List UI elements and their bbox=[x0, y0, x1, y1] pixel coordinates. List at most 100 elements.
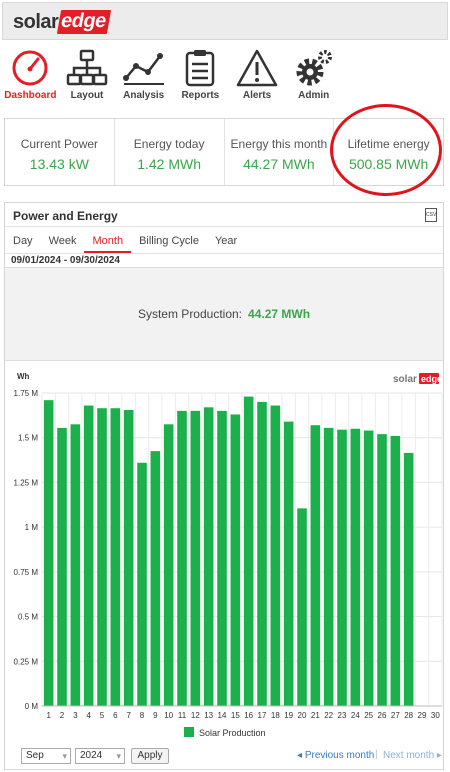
nav-alerts-label: Alerts bbox=[242, 90, 272, 101]
period-tabs: Day Week Month Billing Cycle Year bbox=[5, 231, 245, 253]
tab-day[interactable]: Day bbox=[5, 231, 41, 253]
year-select[interactable]: 2024 bbox=[75, 748, 125, 764]
x-tick-label: 24 bbox=[351, 711, 360, 720]
bar-day-28 bbox=[403, 452, 414, 706]
month-select[interactable]: Sep bbox=[21, 748, 71, 764]
tab-billing-cycle[interactable]: Billing Cycle bbox=[131, 231, 207, 253]
y-tick-label: 0.5 M bbox=[18, 613, 38, 622]
bar-day-16 bbox=[243, 396, 254, 706]
x-tick-label: 4 bbox=[86, 711, 91, 720]
y-axis-label: Wh bbox=[17, 372, 30, 381]
system-production-label: System Production: bbox=[137, 307, 243, 321]
bar-day-5 bbox=[97, 408, 107, 706]
panel-title: Power and Energy bbox=[13, 209, 118, 223]
bar-day-6 bbox=[110, 408, 121, 706]
bar-day-2 bbox=[57, 427, 67, 706]
kpi-value: 44.27 MWh bbox=[243, 156, 315, 172]
x-tick-label: 10 bbox=[164, 711, 173, 720]
apply-button[interactable]: Apply bbox=[131, 748, 169, 764]
x-tick-label: 15 bbox=[231, 711, 240, 720]
y-tick-label: 0.75 M bbox=[14, 568, 39, 577]
period-controls: Sep 2024 Apply ◂ Previous month | Next m… bbox=[5, 746, 443, 768]
y-tick-label: 1.75 M bbox=[14, 389, 39, 398]
kpi-panel: Current Power 13.43 kW Energy today 1.42… bbox=[4, 118, 444, 186]
kpi-title: Energy today bbox=[133, 137, 205, 151]
kpi-energy-today: Energy today 1.42 MWh bbox=[115, 119, 225, 185]
nav-admin-label: Admin bbox=[298, 90, 330, 101]
chart-watermark-edge: edge bbox=[421, 374, 442, 384]
nav-reports[interactable]: Reports bbox=[172, 44, 229, 104]
layout-tree-icon bbox=[66, 49, 108, 86]
x-tick-label: 13 bbox=[204, 711, 213, 720]
bar-day-8 bbox=[137, 462, 147, 706]
bar-day-11 bbox=[177, 410, 187, 706]
nav-analysis-label: Analysis bbox=[123, 90, 165, 101]
x-tick-label: 25 bbox=[364, 711, 373, 720]
bar-day-22 bbox=[323, 427, 334, 706]
bar-day-21 bbox=[310, 425, 321, 706]
nav-layout[interactable]: Layout bbox=[59, 44, 116, 104]
system-production: System Production: 44.27 MWh bbox=[5, 267, 443, 361]
x-tick-label: 11 bbox=[178, 711, 187, 720]
bar-day-24 bbox=[350, 428, 361, 706]
y-tick-label: 0 M bbox=[25, 702, 39, 711]
chevron-left-icon: ◂ bbox=[297, 750, 303, 761]
warning-icon bbox=[236, 49, 278, 87]
nav-reports-label: Reports bbox=[181, 90, 220, 101]
solaredge-logo[interactable]: solar edge bbox=[13, 10, 112, 34]
bar-day-23 bbox=[337, 429, 347, 706]
bar-day-27 bbox=[390, 435, 401, 706]
nav-dashboard-label: Dashboard bbox=[4, 90, 57, 101]
nav-admin[interactable]: Admin bbox=[285, 44, 342, 104]
kpi-lifetime-energy: Lifetime energy 500.85 MWh bbox=[334, 119, 443, 185]
kpi-title: Current Power bbox=[20, 137, 99, 151]
bar-day-3 bbox=[70, 424, 81, 706]
main-nav: Dashboard Layout Analysis Reports Alerts… bbox=[2, 44, 342, 104]
line-chart-icon bbox=[122, 53, 164, 85]
x-tick-label: 19 bbox=[284, 711, 293, 720]
kpi-value: 500.85 MWh bbox=[348, 156, 429, 172]
next-month-link[interactable]: Next month ▸ bbox=[383, 750, 442, 761]
kpi-current-power: Current Power 13.43 kW bbox=[5, 119, 115, 185]
kpi-value: 13.43 kW bbox=[29, 156, 89, 172]
bar-day-17 bbox=[257, 401, 267, 706]
power-energy-panel: Power and Energy CSV Day Week Month Bill… bbox=[4, 202, 444, 770]
bar-day-13 bbox=[203, 407, 214, 706]
nav-analysis[interactable]: Analysis bbox=[115, 44, 172, 104]
kpi-value: 1.42 MWh bbox=[137, 156, 202, 172]
kpi-title: Lifetime energy bbox=[347, 137, 430, 151]
x-tick-label: 12 bbox=[191, 711, 200, 720]
x-tick-label: 27 bbox=[391, 711, 400, 720]
production-chart: Wh solar edge 0 M 0.25 M 0.5 M 0.75 M 1 M 1.25 M… bbox=[5, 363, 443, 738]
tab-week[interactable]: Week bbox=[41, 231, 85, 253]
x-tick-label: 9 bbox=[153, 711, 158, 720]
bar-day-20 bbox=[297, 508, 307, 706]
csv-export-icon[interactable]: CSV bbox=[425, 208, 437, 222]
logo-edge-text: edge bbox=[57, 10, 112, 34]
previous-month-link[interactable]: ◂ Previous month bbox=[297, 750, 374, 761]
bar-day-7 bbox=[123, 409, 134, 706]
x-tick-label: 5 bbox=[100, 711, 105, 720]
legend-label: Solar Production bbox=[199, 728, 266, 738]
tab-month[interactable]: Month bbox=[84, 231, 132, 253]
x-tick-label: 16 bbox=[244, 711, 253, 720]
tab-year[interactable]: Year bbox=[207, 231, 245, 253]
nav-layout-label: Layout bbox=[70, 90, 104, 101]
x-tick-label: 26 bbox=[378, 711, 387, 720]
y-tick-label: 1.25 M bbox=[14, 478, 39, 487]
logo-solar-text: solar bbox=[13, 10, 59, 33]
x-tick-label: 14 bbox=[218, 711, 227, 720]
gears-icon bbox=[296, 50, 332, 86]
y-tick-label: 0.25 M bbox=[14, 657, 39, 666]
bar-day-10 bbox=[163, 424, 174, 706]
next-month-label: Next month bbox=[383, 750, 435, 761]
x-tick-label: 28 bbox=[404, 711, 413, 720]
legend-swatch bbox=[184, 727, 194, 737]
bar-day-14 bbox=[217, 410, 227, 706]
nav-dashboard[interactable]: Dashboard bbox=[2, 44, 59, 104]
nav-alerts[interactable]: Alerts bbox=[229, 44, 286, 104]
x-tick-label: 20 bbox=[298, 711, 307, 720]
previous-month-label: Previous month bbox=[304, 750, 375, 761]
x-tick-label: 17 bbox=[258, 711, 267, 720]
kpi-energy-this-month: Energy this month 44.27 MWh bbox=[225, 119, 335, 185]
